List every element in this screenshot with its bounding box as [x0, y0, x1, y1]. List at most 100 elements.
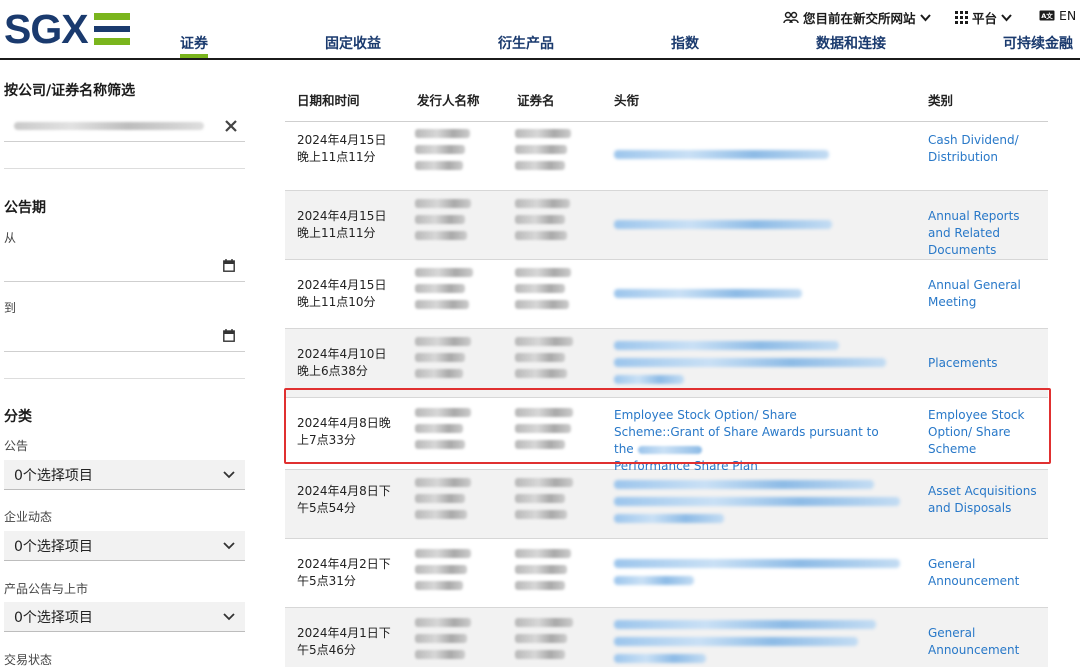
blurred-issuer — [415, 268, 475, 309]
blurred-security — [515, 199, 573, 240]
announcement-label: 公告 — [4, 439, 29, 453]
filter-sidebar: 按公司/证券名称筛选 公告期 从 到 分类 公告 0个选择项目 企业动态 0个选… — [0, 60, 250, 667]
blurred-issuer — [415, 199, 475, 240]
row-headline-link[interactable]: Employee Stock Option/ Share Scheme::Gra… — [614, 407, 884, 475]
table-row-highlighted[interactable]: 2024年4月8日晚 上7点33分 Employee Stock Option/ … — [285, 398, 1048, 473]
nav-indices[interactable]: 指数 — [671, 36, 699, 58]
row-headline-link[interactable] — [614, 150, 904, 159]
table-row[interactable]: 2024年4月1日下 午5点46分 General Announcement — [285, 608, 1048, 667]
blurred-security — [515, 268, 573, 309]
row-headline-link[interactable] — [614, 289, 904, 298]
product-listing-label: 产品公告与上市 — [4, 582, 89, 596]
row-headline-link[interactable] — [614, 341, 904, 384]
platform-dropdown[interactable]: 平台 — [955, 8, 1012, 27]
col-issuer[interactable]: 发行人名称 — [417, 90, 480, 109]
table-row[interactable]: 2024年4月15日 晚上11点11分 Cash Dividend/ Distri… — [285, 122, 1048, 191]
table-row[interactable]: 2024年4月8日下 午5点54分 Asset Acquisitions and … — [285, 470, 1048, 539]
clear-icon[interactable] — [225, 119, 237, 132]
from-label: 从 — [4, 231, 17, 245]
users-icon — [783, 11, 799, 24]
row-date: 2024年4月10日 晚上6点38分 — [297, 347, 387, 378]
period-heading: 公告期 — [4, 200, 46, 216]
row-date: 2024年4月15日 晚上11点10分 — [297, 278, 387, 309]
col-category[interactable]: 类别 — [928, 90, 953, 109]
to-label: 到 — [4, 301, 17, 315]
product-listing-select[interactable]: 0个选择项目 — [4, 602, 245, 632]
col-security[interactable]: 证券名 — [517, 90, 555, 109]
announcement-select[interactable]: 0个选择项目 — [4, 460, 245, 490]
site-notice-text: 您目前在新交所网站 — [803, 11, 916, 26]
table-row[interactable]: 2024年4月15日 晚上11点11分 Annual Reports and Re… — [285, 191, 1048, 260]
row-date: 2024年4月15日 晚上11点11分 — [297, 209, 387, 240]
table-row[interactable]: 2024年4月2日下 午5点31分 General Announcement — [285, 539, 1048, 608]
row-category-link[interactable]: Employee Stock Option/ Share Scheme — [928, 407, 1043, 458]
row-headline-link[interactable] — [614, 220, 904, 229]
product-listing-select-value: 0个选择项目 — [14, 609, 93, 626]
blurred-security — [515, 337, 573, 378]
chevron-down-icon — [223, 541, 235, 549]
main-nav: 证券 固定收益 衍生产品 指数 数据和连接 可持续金融 — [0, 36, 1080, 58]
nav-derivatives[interactable]: 衍生产品 — [498, 36, 554, 58]
blurred-input-value — [14, 121, 204, 130]
blurred-issuer — [415, 478, 475, 519]
chevron-down-icon — [223, 470, 235, 478]
language-icon: A文 — [1039, 10, 1055, 21]
blurred-text — [637, 445, 702, 454]
company-search-input[interactable] — [4, 110, 245, 142]
corporate-action-select[interactable]: 0个选择项目 — [4, 531, 245, 561]
platform-label: 平台 — [972, 11, 998, 26]
corporate-action-label: 企业动态 — [4, 510, 53, 524]
site-notice-dropdown[interactable]: 您目前在新交所网站 — [783, 8, 931, 27]
row-category-link[interactable]: Placements — [928, 355, 1043, 372]
table-header: 日期和时间 发行人名称 证券名 头衔 类别 — [285, 72, 1048, 122]
row-headline-link[interactable] — [614, 559, 904, 585]
row-category-link[interactable]: Cash Dividend/ Distribution — [928, 132, 1043, 166]
row-date: 2024年4月8日下 午5点54分 — [297, 484, 391, 515]
blurred-security — [515, 618, 573, 659]
from-date-input[interactable] — [4, 250, 245, 282]
announcement-select-value: 0个选择项目 — [14, 467, 93, 484]
blurred-security — [515, 478, 573, 519]
row-date: 2024年4月2日下 午5点31分 — [297, 557, 391, 588]
blurred-security — [515, 549, 573, 590]
row-category-link[interactable]: General Announcement — [928, 625, 1043, 659]
blurred-issuer — [415, 549, 475, 590]
nav-data-connectivity[interactable]: 数据和连接 — [816, 36, 886, 58]
table-row[interactable]: 2024年4月15日 晚上11点10分 Annual General Meetin… — [285, 260, 1048, 329]
company-filter-heading: 按公司/证券名称筛选 — [4, 83, 136, 99]
row-headline-link[interactable] — [614, 480, 904, 523]
chevron-down-icon — [223, 612, 235, 620]
blurred-issuer — [415, 337, 475, 378]
language-label: EN — [1059, 8, 1077, 23]
grid-icon — [955, 11, 968, 24]
category-heading: 分类 — [4, 409, 32, 425]
row-category-link[interactable]: Annual General Meeting — [928, 277, 1043, 311]
calendar-icon[interactable] — [223, 259, 235, 272]
trading-status-label: 交易状态 — [4, 653, 53, 667]
chevron-down-icon — [1001, 13, 1012, 21]
row-category-link[interactable]: Annual Reports and Related Documents — [928, 208, 1043, 259]
nav-fixed-income[interactable]: 固定收益 — [325, 36, 381, 58]
row-date: 2024年4月8日晚 上7点33分 — [297, 416, 391, 447]
col-datetime[interactable]: 日期和时间 — [297, 90, 360, 109]
divider — [4, 378, 245, 379]
calendar-icon[interactable] — [223, 329, 235, 342]
row-category-link[interactable]: Asset Acquisitions and Disposals — [928, 483, 1043, 517]
blurred-issuer — [415, 408, 475, 449]
top-header: SGX 您目前在新交所网站 平台 A文 EN 证券 固定收益 衍生产品 指数 数… — [0, 0, 1080, 60]
nav-sustainable-finance[interactable]: 可持续金融 — [1003, 36, 1073, 58]
col-headline[interactable]: 头衔 — [614, 90, 639, 109]
row-headline-link[interactable] — [614, 620, 904, 663]
chevron-down-icon — [919, 13, 931, 21]
announcements-table: 日期和时间 发行人名称 证券名 头衔 类别 2024年4月15日 晚上11点11分… — [285, 72, 1048, 667]
blurred-issuer — [415, 129, 475, 170]
corporate-action-select-value: 0个选择项目 — [14, 538, 93, 555]
table-row[interactable]: 2024年4月10日 晚上6点38分 Placements — [285, 329, 1048, 398]
language-switch[interactable]: A文 EN — [1039, 8, 1076, 23]
row-category-link[interactable]: General Announcement — [928, 556, 1043, 590]
blurred-security — [515, 408, 573, 449]
to-date-input[interactable] — [4, 320, 245, 352]
nav-securities[interactable]: 证券 — [180, 36, 208, 58]
blurred-issuer — [415, 618, 475, 659]
blurred-security — [515, 129, 573, 170]
